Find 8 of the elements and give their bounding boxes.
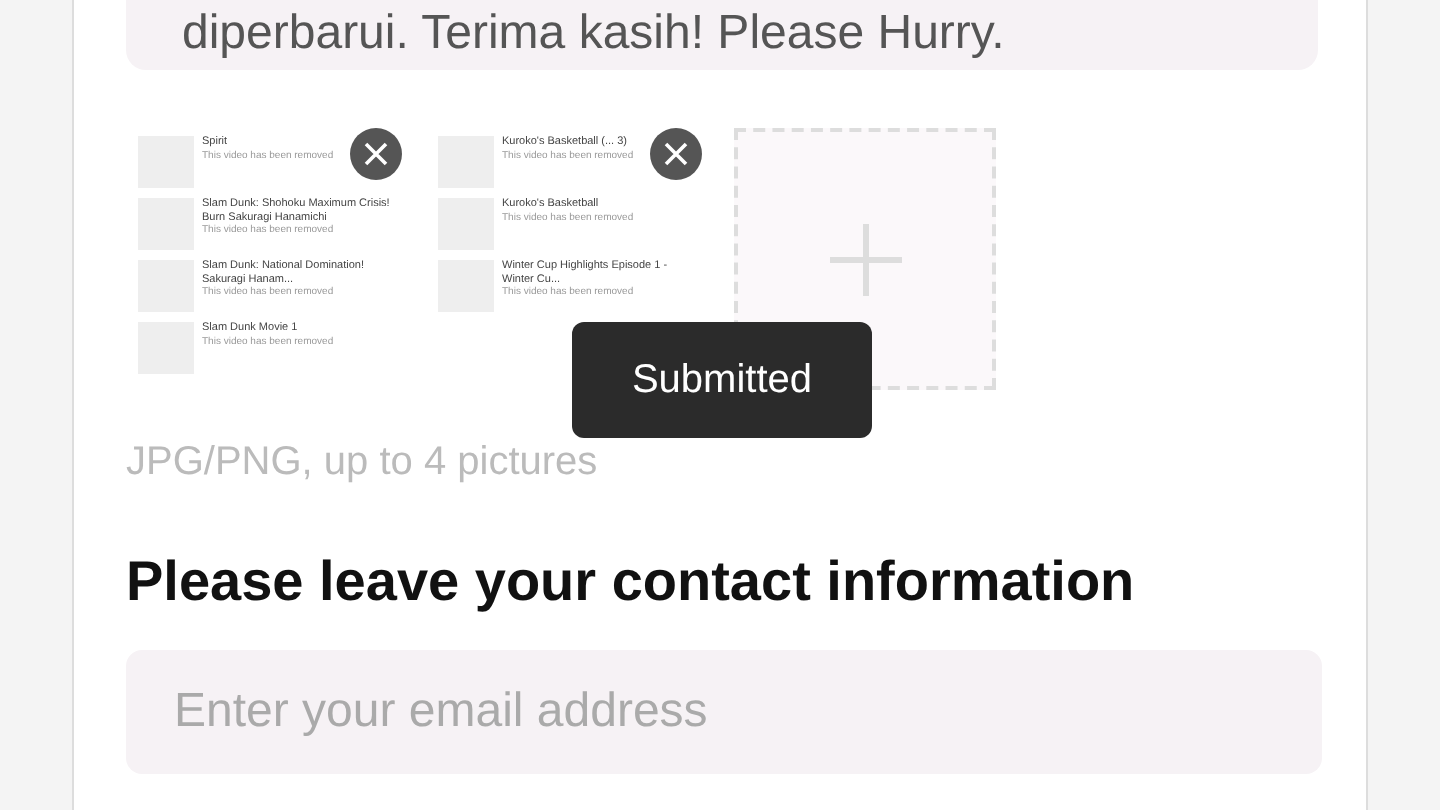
close-icon[interactable] — [650, 128, 702, 180]
submitted-toast: Submitted — [572, 322, 872, 438]
section-heading: Please leave your contact information — [126, 550, 1137, 614]
email-field[interactable]: Enter your email address — [126, 650, 1322, 774]
plus-icon — [825, 219, 905, 299]
description-field[interactable]: diperbarui. Terima kasih! Please Hurry. — [126, 0, 1318, 70]
close-icon[interactable] — [350, 128, 402, 180]
upload-hint: JPG/PNG, up to 4 pictures — [126, 440, 600, 486]
